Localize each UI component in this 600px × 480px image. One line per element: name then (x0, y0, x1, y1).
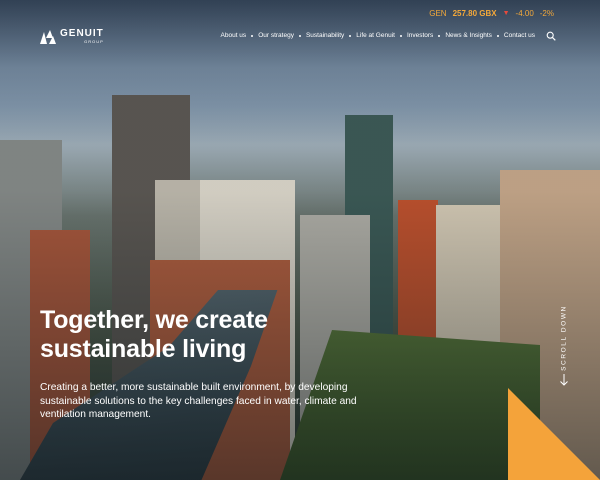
nav-separator (349, 34, 352, 37)
ticker-price: 257.80 GBX (452, 9, 497, 18)
nav-investors[interactable]: Investors (404, 32, 436, 39)
nav-our-strategy[interactable]: Our strategy (255, 32, 297, 39)
headline-line-1: Together, we create (40, 306, 268, 334)
nav-separator (496, 34, 499, 37)
nav-life-at-genuit[interactable]: Life at Genuit (353, 32, 398, 39)
scroll-down-button[interactable]: SCROLL DOWN (558, 300, 570, 386)
nav-separator (251, 34, 254, 37)
main-nav: About us Our strategy Sustainability Lif… (218, 32, 554, 39)
nav-sustainability[interactable]: Sustainability (303, 32, 347, 39)
nav-separator (399, 34, 402, 37)
ticker-change: -4.00 (515, 9, 534, 18)
logo-name: GENUIT (60, 28, 104, 39)
genuit-logo-icon (40, 29, 56, 44)
hero-headline: Together, we create sustainable living (40, 306, 380, 364)
site-logo[interactable]: GENUIT GROUP (40, 29, 104, 44)
arrow-down-icon (560, 374, 568, 386)
ticker-change-percent: -2% (539, 9, 554, 18)
share-price-ticker[interactable]: GEN 257.80 GBX ▼ -4.00 -2% (429, 9, 554, 18)
price-down-icon: ▼ (502, 10, 510, 17)
nav-separator (438, 34, 441, 37)
scroll-down-label: SCROLL DOWN (560, 305, 568, 371)
ticker-symbol: GEN (429, 9, 447, 18)
nav-about-us[interactable]: About us (218, 32, 250, 39)
nav-separator (298, 34, 301, 37)
hero-subcopy: Creating a better, more sustainable buil… (40, 382, 357, 420)
search-icon[interactable] (546, 31, 556, 41)
nav-contact-us[interactable]: Contact us (501, 32, 538, 39)
nav-news-insights[interactable]: News & Insights (442, 32, 495, 39)
logo-sub: GROUP (84, 39, 104, 44)
headline-line-2: sustainable living (40, 335, 247, 363)
